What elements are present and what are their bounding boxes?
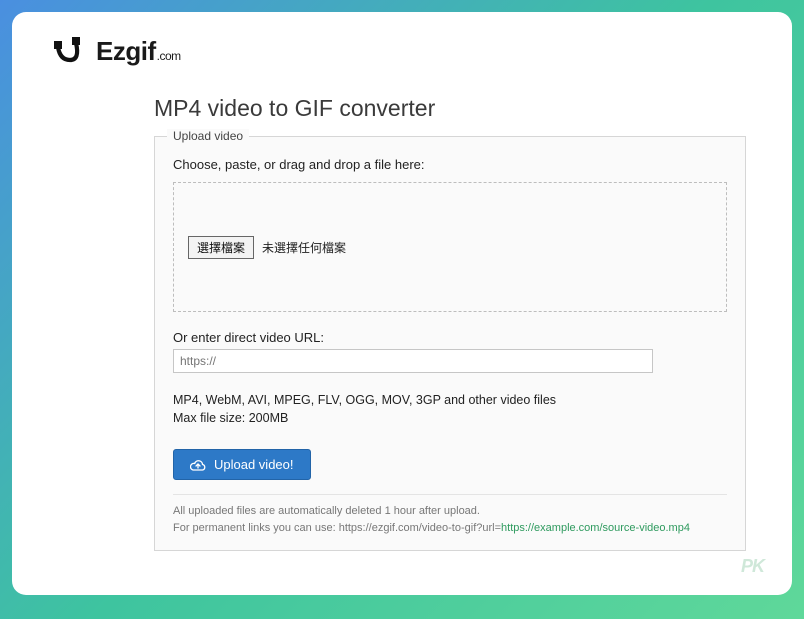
logo-text: Ezgif.com bbox=[96, 36, 181, 67]
footer-delete-note: All uploaded files are automatically del… bbox=[173, 503, 727, 520]
video-url-input[interactable] bbox=[173, 349, 653, 373]
permalink-example-link[interactable]: https://example.com/source-video.mp4 bbox=[501, 522, 690, 534]
upload-panel: Upload video Choose, paste, or drag and … bbox=[154, 136, 746, 551]
panel-legend: Upload video bbox=[167, 129, 249, 143]
maxsize-line: Max file size: 200MB bbox=[173, 409, 727, 427]
choose-file-button[interactable]: 選擇檔案 bbox=[188, 236, 254, 259]
main-content: MP4 video to GIF converter Upload video … bbox=[54, 95, 750, 551]
url-label: Or enter direct video URL: bbox=[173, 330, 727, 345]
file-dropzone[interactable]: 選擇檔案 未選擇任何檔案 bbox=[173, 182, 727, 312]
file-picker: 選擇檔案 未選擇任何檔案 bbox=[188, 236, 346, 259]
logo: Ezgif.com bbox=[54, 36, 750, 67]
supported-formats: MP4, WebM, AVI, MPEG, FLV, OGG, MOV, 3GP… bbox=[173, 391, 727, 427]
formats-line: MP4, WebM, AVI, MPEG, FLV, OGG, MOV, 3GP… bbox=[173, 391, 727, 409]
file-status-text: 未選擇任何檔案 bbox=[262, 239, 346, 256]
upload-button-label: Upload video! bbox=[214, 457, 294, 472]
drop-instruction: Choose, paste, or drag and drop a file h… bbox=[173, 157, 727, 172]
permalink-base: https://ezgif.com/video-to-gif?url= bbox=[339, 522, 501, 534]
page-title: MP4 video to GIF converter bbox=[154, 95, 746, 122]
watermark: PK bbox=[741, 556, 764, 577]
footer-notes: All uploaded files are automatically del… bbox=[173, 494, 727, 536]
upload-icon bbox=[190, 458, 206, 472]
footer-permalink-note: For permanent links you can use: https:/… bbox=[173, 520, 727, 537]
app-window: Ezgif.com MP4 video to GIF converter Upl… bbox=[12, 12, 792, 595]
logo-icon bbox=[54, 37, 88, 67]
upload-button[interactable]: Upload video! bbox=[173, 449, 311, 480]
permalink-prefix: For permanent links you can use: bbox=[173, 522, 339, 534]
